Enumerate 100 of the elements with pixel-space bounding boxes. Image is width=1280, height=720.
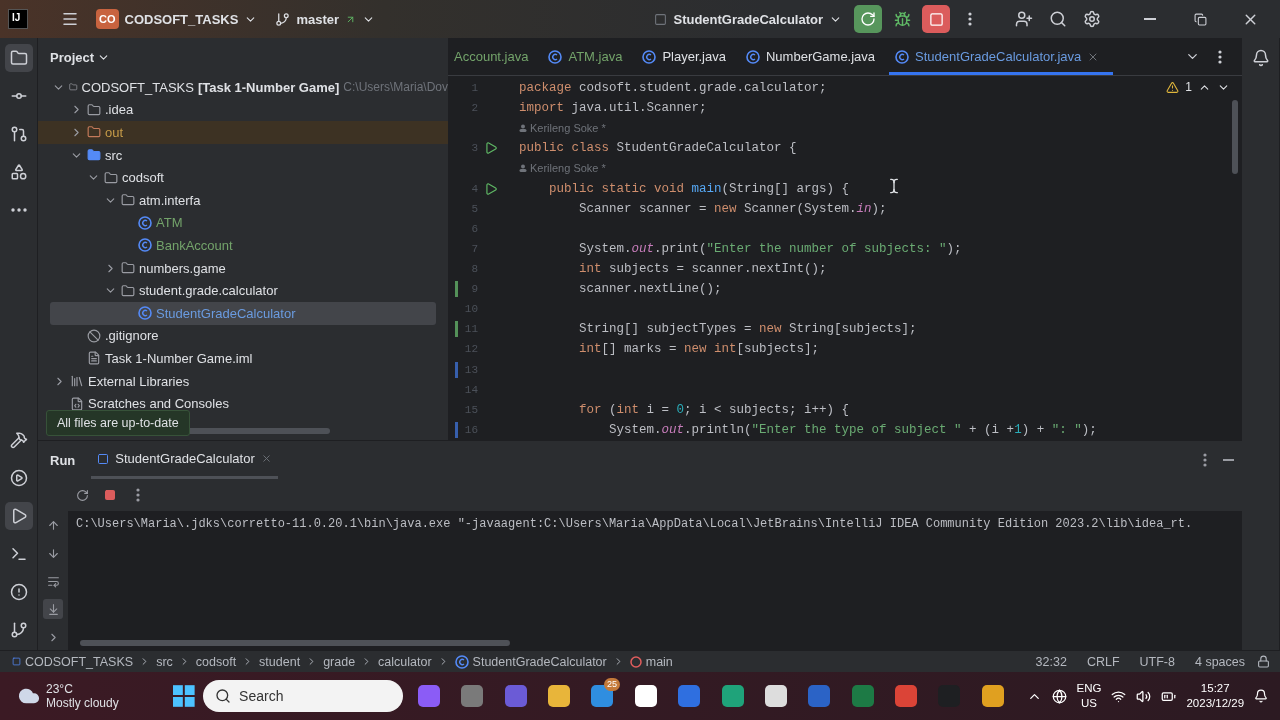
tree-item[interactable]: CODSOFT_TASKS [Task 1-Number Game] C:\Users\Maria\Dov xyxy=(38,76,448,99)
tree-item-label: .idea xyxy=(105,102,134,118)
scratches-icon xyxy=(70,396,84,411)
folder-icon xyxy=(104,170,118,185)
run-panel-title: Run xyxy=(50,452,76,468)
run-gutter-icon[interactable] xyxy=(484,181,498,196)
code-line: System.out.println("Enter the type of subject " + (i +1) + ": "); xyxy=(608,422,1097,437)
square-icon xyxy=(654,12,668,26)
run-tab[interactable]: StudentGradeCalculator xyxy=(91,441,278,479)
settings-icon xyxy=(1083,10,1101,28)
project-button[interactable] xyxy=(4,44,33,72)
folder-icon xyxy=(9,49,28,67)
tree-item[interactable]: out xyxy=(38,121,448,144)
editor-tab[interactable]: StudentGradeCalculator.java xyxy=(889,38,1114,75)
tree-item-label: student.grade.calculator xyxy=(139,283,278,299)
arrow-up-icon xyxy=(46,518,60,532)
tree-item[interactable]: .idea xyxy=(38,98,448,122)
folder-icon xyxy=(121,283,135,298)
cursor-position[interactable]: 32:32 xyxy=(1027,654,1075,669)
tree-item-label: atm.interfa xyxy=(139,192,201,208)
breadcrumb[interactable]: src xyxy=(154,654,175,669)
code-line: public class StudentGradeCalculator { xyxy=(519,141,797,156)
start-icon[interactable] xyxy=(173,685,196,707)
breadcrumb[interactable]: grade xyxy=(321,654,358,669)
window-icon xyxy=(97,452,110,465)
app-logo[interactable]: IJ xyxy=(8,9,28,29)
run-configuration-selector[interactable]: StudentGradeCalculator xyxy=(648,7,848,31)
editor-tab[interactable]: Player.java xyxy=(636,38,740,75)
code-line: for (int i = 0; i < subjects; i++) { xyxy=(578,402,850,417)
author-hint[interactable]: Kerileng Soke * xyxy=(519,122,606,135)
tree-item[interactable]: numbers.game xyxy=(38,256,448,280)
project-panel-title[interactable]: Project xyxy=(50,49,111,65)
author-hint[interactable]: Kerileng Soke * xyxy=(519,162,606,175)
tree-item[interactable]: BankAccount xyxy=(38,234,448,257)
hammer-icon xyxy=(9,431,28,449)
project-selector[interactable]: CO CODSOFT_TASKS xyxy=(90,5,264,33)
wifi-icon[interactable] xyxy=(1111,688,1127,704)
folder-icon xyxy=(87,125,101,140)
tree-item-label: codsoft xyxy=(122,170,164,186)
indent-setting[interactable]: 4 spaces xyxy=(1186,654,1253,669)
stop-button[interactable] xyxy=(922,5,950,33)
stop-icon xyxy=(928,11,944,27)
notifications-icon[interactable] xyxy=(1254,689,1269,703)
more-icon[interactable] xyxy=(1203,453,1207,467)
class-icon xyxy=(138,306,152,321)
clock[interactable]: 15:27 2023/12/29 xyxy=(1186,681,1245,711)
class-icon xyxy=(745,49,760,64)
file-encoding[interactable]: UTF-8 xyxy=(1131,654,1183,669)
branch-selector[interactable]: master xyxy=(269,7,382,31)
breadcrumb[interactable]: main xyxy=(627,654,675,669)
run-button[interactable] xyxy=(4,502,33,530)
rerun-icon xyxy=(860,11,876,27)
ignore-file-icon xyxy=(87,328,101,343)
taskbar-search-field[interactable]: Search xyxy=(203,680,404,712)
tree-item-label: CODSOFT_TASKS xyxy=(81,79,194,95)
tree-item-label: src xyxy=(105,147,123,163)
input-language[interactable]: ENG US xyxy=(1076,681,1102,711)
tree-item[interactable]: ATM xyxy=(38,211,448,235)
breadcrumb[interactable]: student xyxy=(257,654,303,669)
arrow-down-icon xyxy=(46,546,60,560)
editor-tab[interactable]: ATM.java xyxy=(542,38,637,75)
terminal-icon xyxy=(9,545,28,563)
line-separator[interactable]: CRLF xyxy=(1078,654,1128,669)
run-gutter-icon[interactable] xyxy=(484,141,498,156)
tree-item[interactable]: atm.interfa xyxy=(38,188,448,212)
shapes-icon xyxy=(9,163,28,181)
editor-tab[interactable]: NumberGame.java xyxy=(739,38,890,75)
rerun-button[interactable] xyxy=(854,5,882,33)
breadcrumb[interactable]: CODSOFT_TASKS xyxy=(10,654,136,669)
folder-icon xyxy=(121,193,135,208)
breadcrumb[interactable]: calculator xyxy=(376,654,434,669)
tree-item-label: ATM xyxy=(156,215,183,231)
tree-item[interactable]: External Libraries xyxy=(38,369,448,393)
editor-tab[interactable]: Account.java xyxy=(448,38,543,75)
class-icon xyxy=(138,238,152,253)
tree-item[interactable]: .gitignore xyxy=(38,324,448,348)
class-icon xyxy=(454,654,469,669)
tree-item[interactable]: codsoft xyxy=(38,166,448,189)
more-icon xyxy=(1218,49,1222,64)
scroll-to-end-button[interactable] xyxy=(43,599,63,619)
warning-icon[interactable] xyxy=(1166,80,1180,94)
lock-icon[interactable] xyxy=(1257,655,1270,668)
file-icon xyxy=(87,351,101,366)
breadcrumb[interactable]: StudentGradeCalculator xyxy=(452,654,609,669)
tree-item[interactable]: Task 1-Number Game.iml xyxy=(38,347,448,370)
scrollbar[interactable] xyxy=(80,640,510,646)
branch-icon xyxy=(9,621,28,639)
volume-icon[interactable] xyxy=(1136,688,1152,704)
minimize-icon xyxy=(1144,18,1156,20)
tree-item-label: BankAccount xyxy=(156,237,233,253)
tree-item[interactable]: student.grade.calculator xyxy=(38,279,448,302)
breadcrumb[interactable]: codsoft xyxy=(193,654,239,669)
network-icon[interactable] xyxy=(1051,688,1067,704)
warning-count[interactable]: 1 xyxy=(1185,80,1192,94)
scrollbar[interactable] xyxy=(1232,100,1238,174)
tree-item[interactable]: src xyxy=(38,143,448,167)
class-icon xyxy=(138,215,152,230)
folder-icon xyxy=(87,148,101,163)
class-icon xyxy=(642,49,657,64)
code-line: System.out.print("Enter the number of subjects: "); xyxy=(578,241,962,256)
